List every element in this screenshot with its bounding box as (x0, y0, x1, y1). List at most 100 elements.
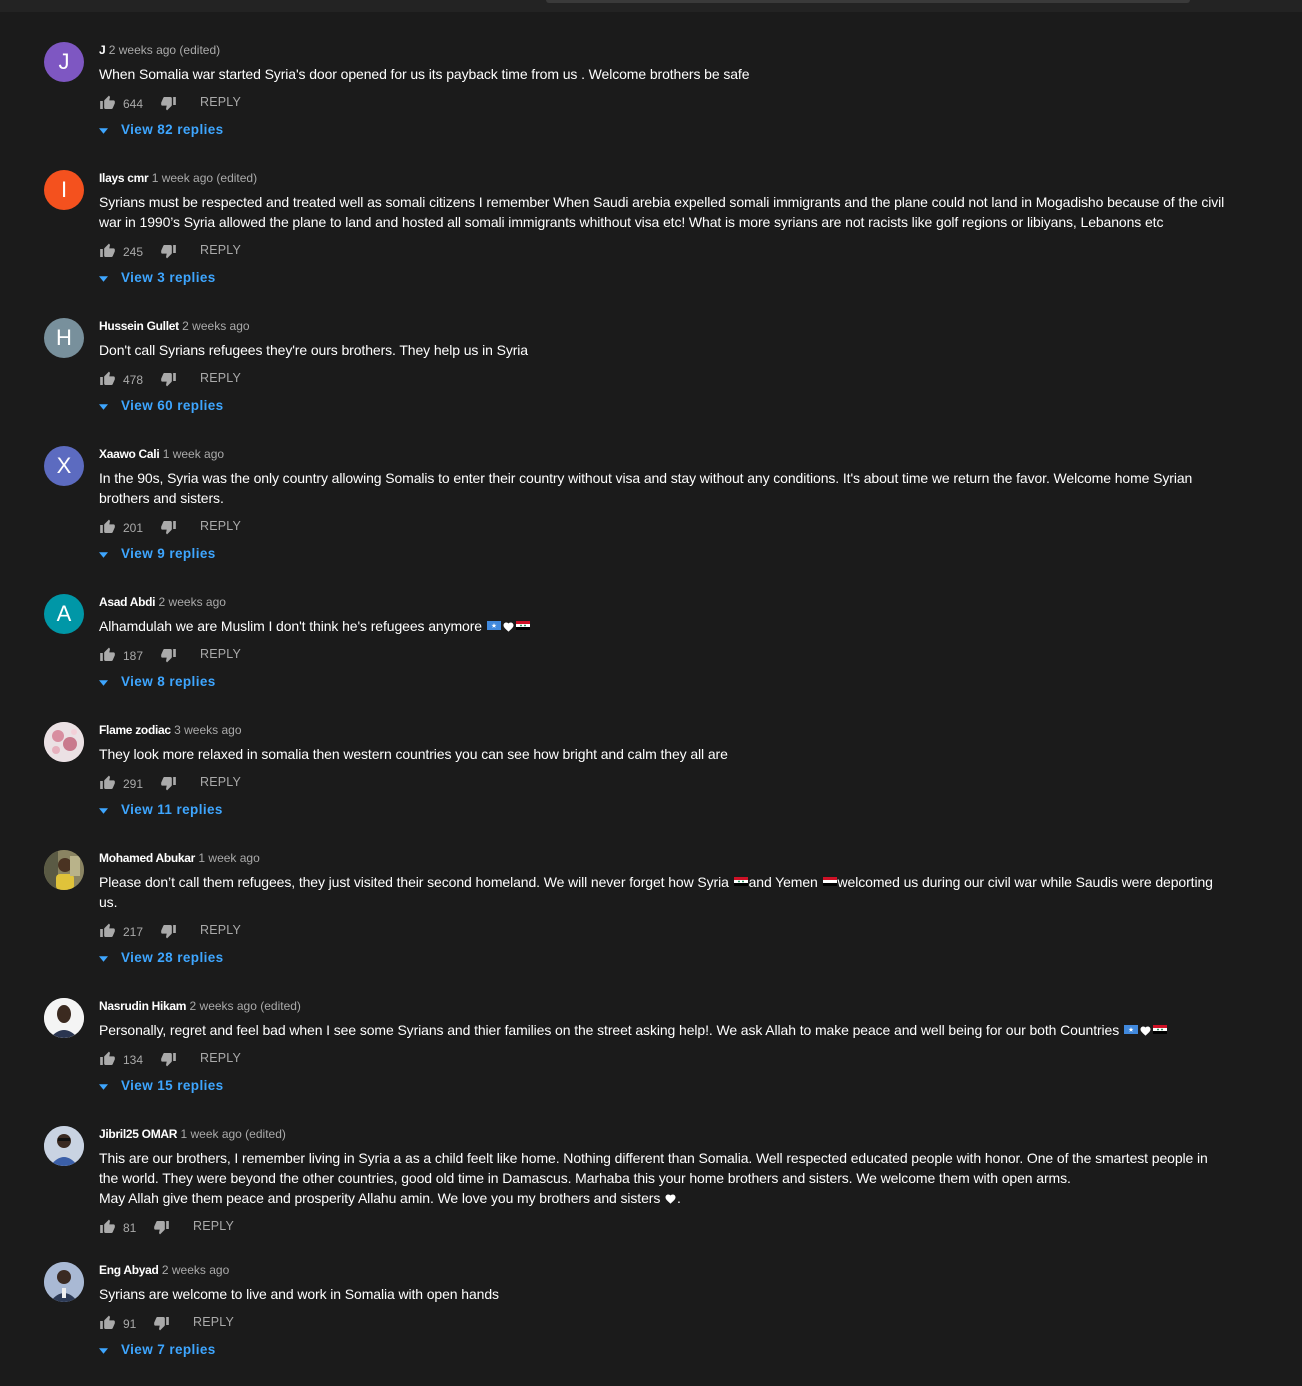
thumbs-up-icon[interactable] (99, 243, 116, 259)
reply-button[interactable]: REPLY (193, 1315, 234, 1329)
somalia-flag-icon (1123, 1025, 1138, 1034)
comment-header: Asad Abdi 2 weeks ago (99, 594, 1280, 610)
comment-text: They look more relaxed in somalia then w… (99, 746, 728, 762)
reply-button[interactable]: REPLY (193, 1219, 234, 1233)
like-count: 245 (123, 245, 144, 259)
thumbs-down-icon[interactable] (160, 647, 177, 663)
reply-button[interactable]: REPLY (200, 371, 241, 385)
thumbs-up-icon[interactable] (99, 1219, 116, 1235)
thumbs-up-icon[interactable] (99, 775, 116, 791)
view-replies-button[interactable]: View 9 replies (99, 546, 1280, 564)
caret-down-icon (99, 1084, 108, 1090)
reply-button[interactable]: REPLY (200, 243, 241, 257)
caret-down-icon (99, 808, 108, 814)
comment-header: J 2 weeks ago (edited) (99, 42, 1280, 58)
author-name[interactable]: Ilays cmr (99, 171, 149, 185)
avatar-photo[interactable] (44, 850, 84, 890)
comment-time[interactable]: 1 week ago (163, 447, 224, 461)
comment-time[interactable]: 1 week ago (edited) (152, 171, 257, 185)
view-replies-label: View 82 replies (121, 122, 224, 137)
avatar[interactable]: I (44, 170, 84, 210)
comment-time[interactable]: 2 weeks ago (edited) (190, 999, 301, 1013)
thumbs-up-icon[interactable] (99, 95, 116, 111)
avatar-photo[interactable] (44, 1126, 84, 1166)
view-replies-button[interactable]: View 3 replies (99, 270, 1280, 288)
author-name[interactable]: Nasrudin Hikam (99, 999, 186, 1013)
author-name[interactable]: Flame zodiac (99, 723, 171, 737)
view-replies-button[interactable]: View 11 replies (99, 802, 1280, 820)
reply-button[interactable]: REPLY (200, 775, 241, 789)
comment-header: Hussein Gullet 2 weeks ago (99, 318, 1280, 334)
comment-actions: 217 REPLY (99, 922, 1280, 940)
thumbs-down-icon[interactable] (160, 923, 177, 939)
thumbs-up-icon[interactable] (99, 371, 116, 387)
comment-time[interactable]: 2 weeks ago (162, 1263, 229, 1277)
comment-time[interactable]: 3 weeks ago (174, 723, 241, 737)
like-count: 187 (123, 649, 144, 663)
comment-time[interactable]: 2 weeks ago (182, 319, 249, 333)
avatar-photo[interactable] (44, 1262, 84, 1302)
thumbs-down-icon[interactable] (160, 519, 177, 535)
comment-time[interactable]: 2 weeks ago (159, 595, 226, 609)
view-replies-button[interactable]: View 60 replies (99, 398, 1280, 416)
yemen-flag-icon (822, 877, 837, 886)
thumbs-up-icon[interactable] (99, 647, 116, 663)
thumbs-up-icon[interactable] (99, 923, 116, 939)
avatar[interactable]: J (44, 42, 84, 82)
thumbs-up-icon[interactable] (99, 1051, 116, 1067)
view-replies-button[interactable]: View 15 replies (99, 1078, 1280, 1096)
thumbs-down-icon[interactable] (160, 243, 177, 259)
author-name[interactable]: Asad Abdi (99, 595, 156, 609)
thumbs-down-icon[interactable] (153, 1315, 170, 1331)
caret-down-icon (99, 1348, 108, 1354)
reply-button[interactable]: REPLY (200, 95, 241, 109)
author-name[interactable]: Eng Abyad (99, 1263, 159, 1277)
view-replies-label: View 7 replies (121, 1342, 216, 1357)
thumbs-down-icon[interactable] (160, 775, 177, 791)
comment-actions: 245 REPLY (99, 242, 1280, 260)
comment-time[interactable]: 2 weeks ago (edited) (109, 43, 220, 57)
like-count: 217 (123, 925, 144, 939)
view-replies-button[interactable]: View 28 replies (99, 950, 1280, 968)
thumbs-down-icon[interactable] (160, 95, 177, 111)
like-count: 478 (123, 373, 144, 387)
thumbs-up-icon[interactable] (99, 1315, 116, 1331)
syria-flag-icon (733, 877, 748, 886)
avatar[interactable]: X (44, 446, 84, 486)
avatar-photo[interactable] (44, 722, 84, 762)
like-count: 201 (123, 521, 144, 535)
comment-header: Nasrudin Hikam 2 weeks ago (edited) (99, 998, 1280, 1014)
view-replies-button[interactable]: View 82 replies (99, 122, 1280, 140)
comment-time[interactable]: 1 week ago (198, 851, 259, 865)
avatar[interactable]: A (44, 594, 84, 634)
author-name[interactable]: Mohamed Abukar (99, 851, 195, 865)
caret-down-icon (99, 276, 108, 282)
thumbs-down-icon[interactable] (160, 1051, 177, 1067)
view-replies-button[interactable]: View 8 replies (99, 674, 1280, 692)
author-name[interactable]: J (99, 43, 106, 57)
reply-button[interactable]: REPLY (200, 519, 241, 533)
syria-flag-icon (515, 621, 530, 630)
avatar-photo[interactable] (44, 998, 84, 1038)
person-avatar-icon (44, 1262, 84, 1302)
view-replies-label: View 28 replies (121, 950, 224, 965)
like-count: 81 (123, 1221, 137, 1235)
reply-button[interactable]: REPLY (200, 1051, 241, 1065)
comment-body: Xaawo Cali 1 week ago In the 90s, Syria … (99, 446, 1280, 564)
comment-actions: 478 REPLY (99, 370, 1280, 388)
thumbs-down-icon[interactable] (153, 1219, 170, 1235)
view-replies-label: View 11 replies (121, 802, 223, 817)
author-name[interactable]: Xaawo Cali (99, 447, 160, 461)
comment-actions: 201 REPLY (99, 518, 1280, 536)
author-name[interactable]: Hussein Gullet (99, 319, 179, 333)
avatar[interactable]: H (44, 318, 84, 358)
author-name[interactable]: Jibril25 OMAR (99, 1127, 177, 1141)
view-replies-button[interactable]: View 7 replies (99, 1342, 1280, 1360)
reply-button[interactable]: REPLY (200, 923, 241, 937)
comment-header: Mohamed Abukar 1 week ago (99, 850, 1280, 866)
reply-button[interactable]: REPLY (200, 647, 241, 661)
thumbs-down-icon[interactable] (160, 371, 177, 387)
comment-time[interactable]: 1 week ago (edited) (180, 1127, 285, 1141)
thumbs-up-icon[interactable] (99, 519, 116, 535)
syria-flag-icon (1152, 1025, 1167, 1034)
